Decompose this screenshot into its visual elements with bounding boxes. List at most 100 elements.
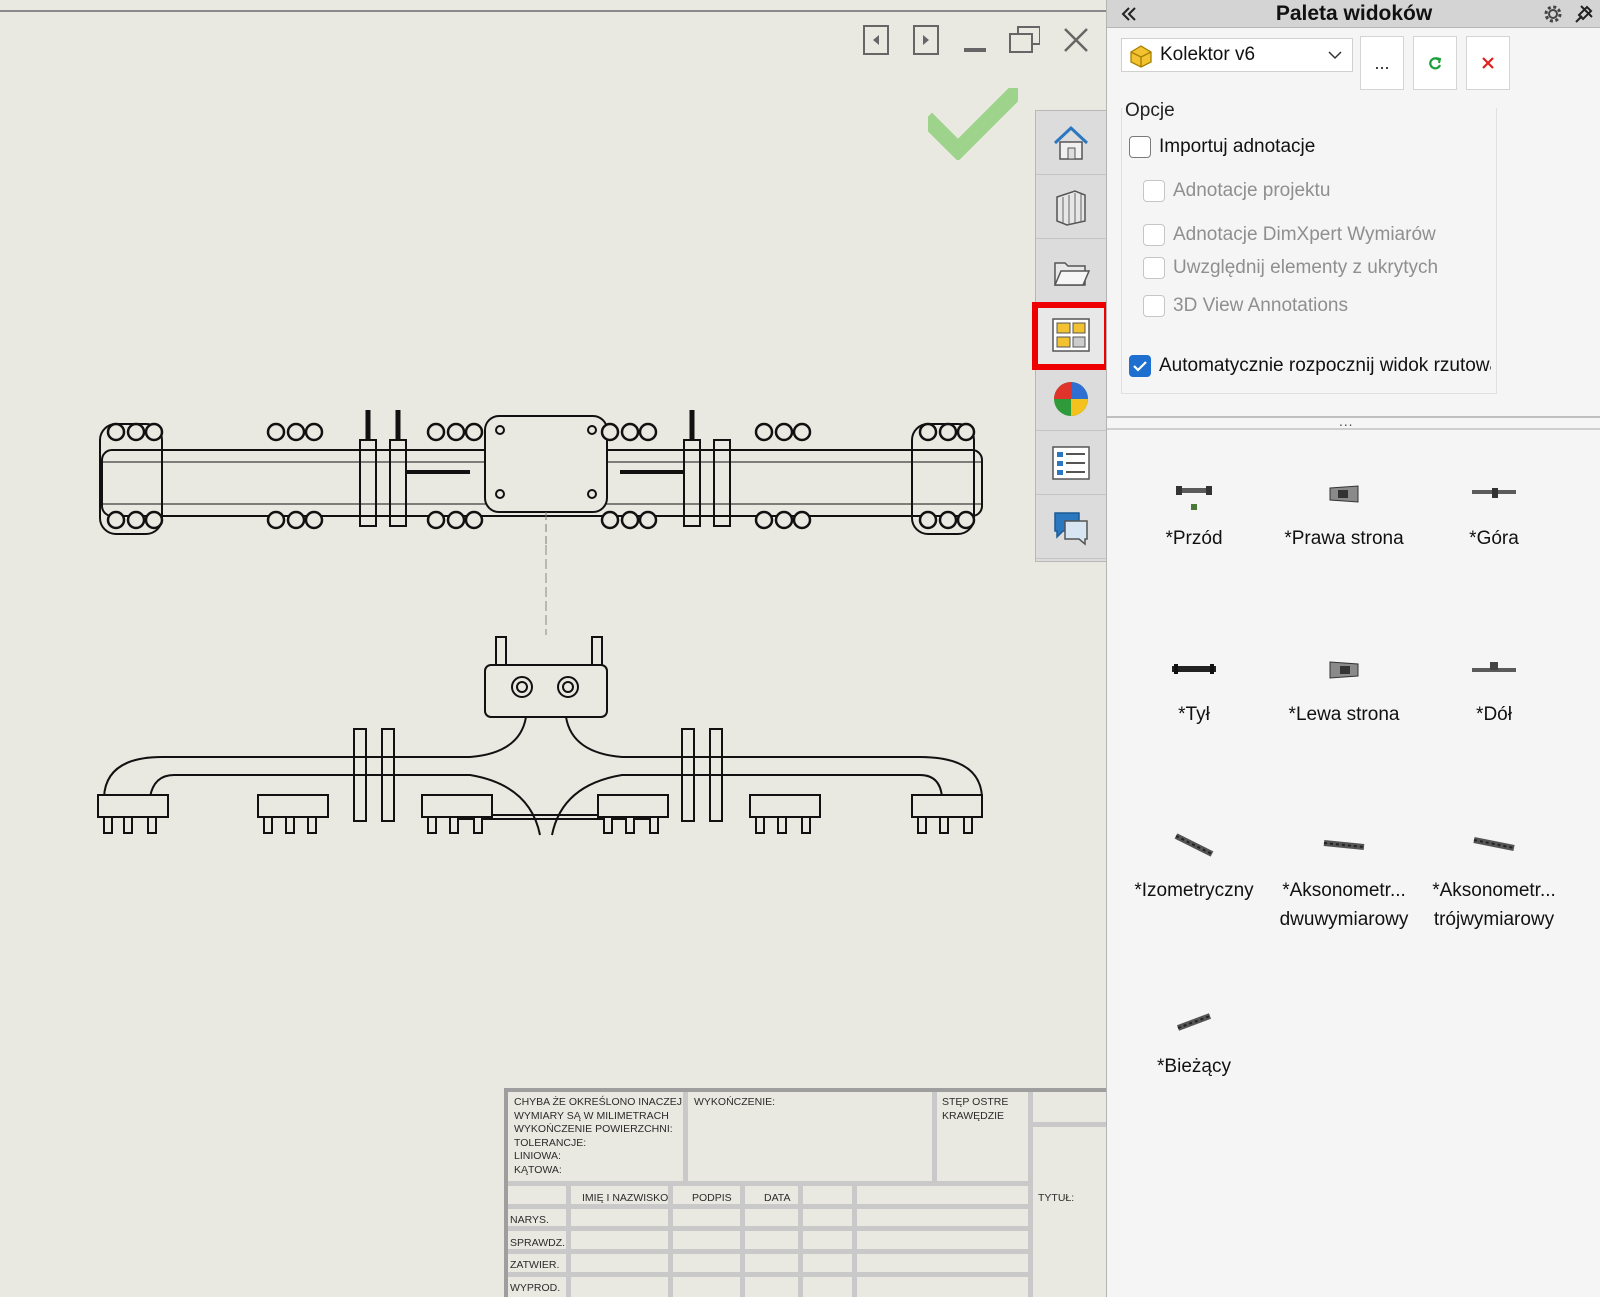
tb-divider xyxy=(683,1092,688,1186)
tab-file-explorer[interactable] xyxy=(1036,239,1106,303)
view-label: *Góra xyxy=(1469,528,1519,549)
option-label: Uwzględnij elementy z ukrytych xyxy=(1173,257,1439,278)
close-icon xyxy=(1482,57,1494,69)
view-item-current[interactable]: *Bieżący xyxy=(1119,992,1269,1081)
view-label: *Lewa strona xyxy=(1288,704,1400,725)
tab-home[interactable] xyxy=(1036,111,1106,175)
checkbox[interactable] xyxy=(1143,257,1165,279)
refresh-icon xyxy=(1429,57,1442,70)
forum-icon xyxy=(1054,511,1088,546)
drawing-canvas[interactable]: CHYBA ŻE OKREŚLONO INACZEJ: WYMIARY SĄ W… xyxy=(0,0,1110,1297)
option-dimxpert-annotations[interactable]: Adnotacje DimXpert Wymiarów xyxy=(1143,224,1436,246)
options-title: Opcje xyxy=(1125,100,1179,122)
top-view-drawing[interactable] xyxy=(90,410,1010,545)
view-label: *Aksonometr... trójwymiarowy xyxy=(1432,880,1556,930)
view-thumbnail xyxy=(1119,640,1269,700)
part-icon xyxy=(1130,45,1152,68)
view-label: *Prawa strona xyxy=(1284,528,1404,549)
previous-window-button[interactable] xyxy=(860,24,892,56)
model-dropdown[interactable]: Kolektor v6 xyxy=(1121,38,1353,72)
tb-divider xyxy=(566,1181,571,1297)
title-block-edges: STĘP OSTRE KRAWĘDZIE xyxy=(942,1096,1009,1122)
home-icon xyxy=(1053,125,1089,160)
view-item-front[interactable]: *Przód xyxy=(1119,464,1269,553)
panel-splitter[interactable] xyxy=(1107,416,1600,418)
next-window-button[interactable] xyxy=(910,24,942,56)
option-label: Automatycznie rozpocznij widok rzutowa xyxy=(1159,355,1491,376)
tb-divider xyxy=(508,1181,1028,1186)
tb-divider xyxy=(508,1249,1028,1254)
tab-forum[interactable] xyxy=(1036,495,1106,559)
checkbox[interactable] xyxy=(1129,355,1151,377)
view-item-isometric[interactable]: *Izometryczny xyxy=(1119,816,1269,905)
view-item-right[interactable]: *Prawa strona xyxy=(1269,464,1419,553)
model-dropdown-value: Kolektor v6 xyxy=(1160,44,1256,65)
appearances-icon xyxy=(1054,381,1088,416)
close-icon xyxy=(1064,28,1088,52)
title-block-title-label: TYTUŁ: xyxy=(1038,1192,1075,1204)
minimize-button[interactable] xyxy=(960,24,992,56)
title-block-row-manufactured: WYPROD. xyxy=(510,1282,561,1294)
view-label: *Przód xyxy=(1165,528,1223,549)
title-block: CHYBA ŻE OKREŚLONO INACZEJ: WYMIARY SĄ W… xyxy=(504,1088,1110,1297)
view-thumbnail xyxy=(1119,464,1269,524)
tb-divider xyxy=(508,1226,1028,1231)
view-thumbnail xyxy=(1269,464,1419,524)
browse-button-label: ... xyxy=(1374,52,1390,73)
view-item-back[interactable]: *Tył xyxy=(1119,640,1269,729)
restore-button[interactable] xyxy=(1008,24,1040,56)
checkbox[interactable] xyxy=(1129,136,1151,158)
option-3d-view-annotations[interactable]: 3D View Annotations xyxy=(1143,295,1348,317)
view-thumbnail xyxy=(1419,464,1569,524)
option-include-hidden[interactable]: Uwzględnij elementy z ukrytych xyxy=(1143,257,1438,279)
view-thumbnail xyxy=(1269,640,1419,700)
tb-divider xyxy=(508,1204,1028,1209)
view-thumbnail xyxy=(1419,816,1569,876)
tb-divider xyxy=(798,1181,803,1297)
option-label: 3D View Annotations xyxy=(1173,295,1348,316)
view-item-dimetric[interactable]: *Aksonometr... dwuwymiarowy xyxy=(1269,816,1419,934)
option-label: Adnotacje DimXpert Wymiarów xyxy=(1173,224,1436,245)
center-line xyxy=(545,545,547,635)
tab-appearances[interactable] xyxy=(1036,367,1106,431)
tb-divider xyxy=(740,1181,745,1297)
close-window-button[interactable] xyxy=(1060,24,1092,56)
gear-icon xyxy=(1544,5,1562,23)
checkmark-icon xyxy=(1133,361,1147,372)
canvas-top-border xyxy=(0,0,1106,12)
clear-button[interactable] xyxy=(1466,36,1510,90)
panel-splitter-line xyxy=(1107,428,1600,430)
option-label: Adnotacje projektu xyxy=(1173,180,1331,201)
view-thumbnail xyxy=(1119,816,1269,876)
option-auto-start-projected-view[interactable]: Automatycznie rozpocznij widok rzutowa xyxy=(1129,355,1491,377)
tab-design-library[interactable] xyxy=(1036,175,1106,239)
view-item-trimetric[interactable]: *Aksonometr... trójwymiarowy xyxy=(1419,816,1569,934)
option-design-annotations[interactable]: Adnotacje projektu xyxy=(1143,180,1330,202)
view-palette-highlight xyxy=(1032,302,1110,370)
view-item-left[interactable]: *Lewa strona xyxy=(1269,640,1419,729)
panel-settings-button[interactable] xyxy=(1539,2,1567,26)
checkbox[interactable] xyxy=(1143,295,1165,317)
view-label: *Izometryczny xyxy=(1134,880,1254,901)
tb-divider xyxy=(932,1092,937,1186)
pin-panel-button[interactable] xyxy=(1571,2,1597,26)
view-palette-panel: Paleta widoków Kolektor v6 ... Opcje Imp… xyxy=(1106,0,1600,1297)
tab-custom-properties[interactable] xyxy=(1036,431,1106,495)
checkbox[interactable] xyxy=(1143,224,1165,246)
file-explorer-icon xyxy=(1053,261,1091,286)
browse-button[interactable]: ... xyxy=(1360,36,1404,90)
view-item-top[interactable]: *Góra xyxy=(1419,464,1569,553)
option-import-annotations[interactable]: Importuj adnotacje xyxy=(1129,136,1315,158)
confirm-check-icon[interactable] xyxy=(928,88,1018,160)
checkbox[interactable] xyxy=(1143,180,1165,202)
panel-title: Paleta widoków xyxy=(1275,2,1433,25)
front-view-drawing[interactable] xyxy=(90,635,1010,855)
title-block-row-approved: ZATWIER. xyxy=(510,1259,560,1271)
view-label: *Tył xyxy=(1178,704,1210,725)
tb-divider xyxy=(508,1272,1028,1277)
custom-properties-icon xyxy=(1052,445,1090,480)
tb-divider xyxy=(668,1181,673,1297)
view-thumbnail xyxy=(1119,992,1269,1052)
view-item-bottom[interactable]: *Dół xyxy=(1419,640,1569,729)
refresh-button[interactable] xyxy=(1413,36,1457,90)
